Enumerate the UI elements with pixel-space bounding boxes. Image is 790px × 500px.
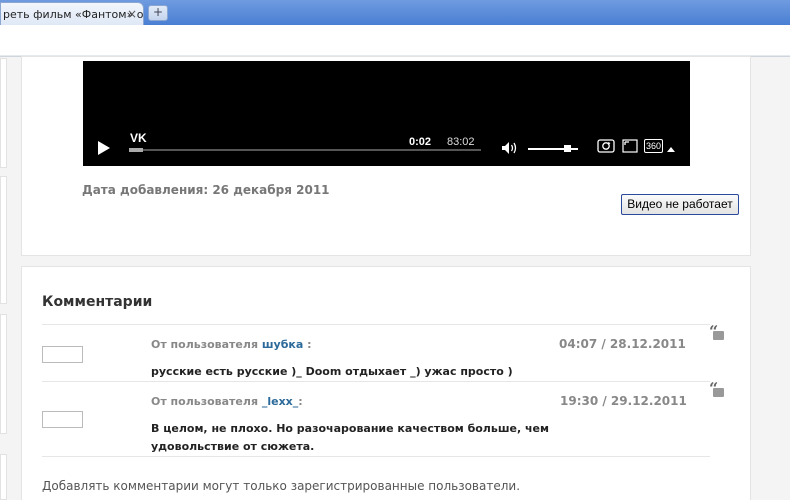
- browser-tab[interactable]: реть фильм «Фантом» о ×: [0, 2, 144, 25]
- quality-button[interactable]: 360: [644, 139, 663, 153]
- comment-separator: [42, 324, 710, 325]
- quote-icon[interactable]: “: [709, 379, 725, 398]
- comment-meta: От пользователя шубка :: [151, 338, 312, 351]
- video-player[interactable]: VK 0:02 83:02 360: [83, 61, 690, 166]
- quote-icon[interactable]: “: [709, 322, 725, 341]
- comment-text: русские есть русские )_ Doom отдыхает _)…: [151, 365, 513, 378]
- comment-author-suffix: :: [303, 338, 312, 351]
- left-sidebar-edge: [0, 176, 7, 304]
- caret-up-icon[interactable]: [667, 142, 675, 156]
- loop-icon[interactable]: [597, 139, 615, 153]
- comment-author-prefix: От пользователя: [151, 395, 259, 408]
- comment-author-link[interactable]: _lexx_: [262, 395, 298, 408]
- page: VK 0:02 83:02 360 Дата добавления: 26 де…: [0, 56, 790, 500]
- comment-text: В целом, не плохо. Но разочарование каче…: [151, 422, 549, 453]
- comment-datetime: 19:30 / 29.12.2011: [560, 394, 687, 408]
- comment-author-prefix: От пользователя: [151, 338, 259, 351]
- left-sidebar-edge: [0, 314, 7, 434]
- comment-separator: [42, 381, 710, 382]
- avatar: [42, 411, 83, 428]
- comment-datetime: 04:07 / 28.12.2011: [559, 337, 686, 351]
- left-sidebar-edge: [0, 58, 7, 168]
- comment-author-link[interactable]: шубка: [262, 338, 303, 351]
- report-broken-video-button[interactable]: Видео не работает: [621, 194, 739, 215]
- volume-slider-handle[interactable]: [564, 145, 571, 152]
- comment-author-suffix: :: [298, 395, 303, 408]
- volume-icon[interactable]: [501, 141, 519, 155]
- avatar: [42, 346, 83, 363]
- close-tab-icon[interactable]: ×: [127, 7, 137, 21]
- progress-bar[interactable]: [129, 148, 481, 152]
- browser-tabstrip: реть фильм «Фантом» о × +: [0, 0, 790, 25]
- browser-toolbar: [0, 25, 790, 57]
- comment-meta: От пользователя _lexx_:: [151, 395, 303, 408]
- comment-separator: [42, 456, 710, 457]
- fullscreen-icon[interactable]: [622, 139, 638, 153]
- progress-fill: [129, 148, 143, 152]
- browser-tab-title: реть фильм «Фантом» о: [3, 8, 144, 21]
- play-icon[interactable]: [98, 141, 110, 155]
- new-tab-button[interactable]: +: [148, 5, 168, 21]
- left-sidebar-edge: [0, 454, 7, 500]
- total-time: 83:02: [447, 136, 475, 148]
- current-time: 0:02: [409, 136, 432, 148]
- player-brand: VK: [130, 131, 147, 145]
- video-date-added: Дата добавления: 26 декабря 2011: [82, 183, 330, 197]
- comments-title: Комментарии: [42, 294, 153, 310]
- comments-login-note: Добавлять комментарии могут только зарег…: [42, 479, 521, 493]
